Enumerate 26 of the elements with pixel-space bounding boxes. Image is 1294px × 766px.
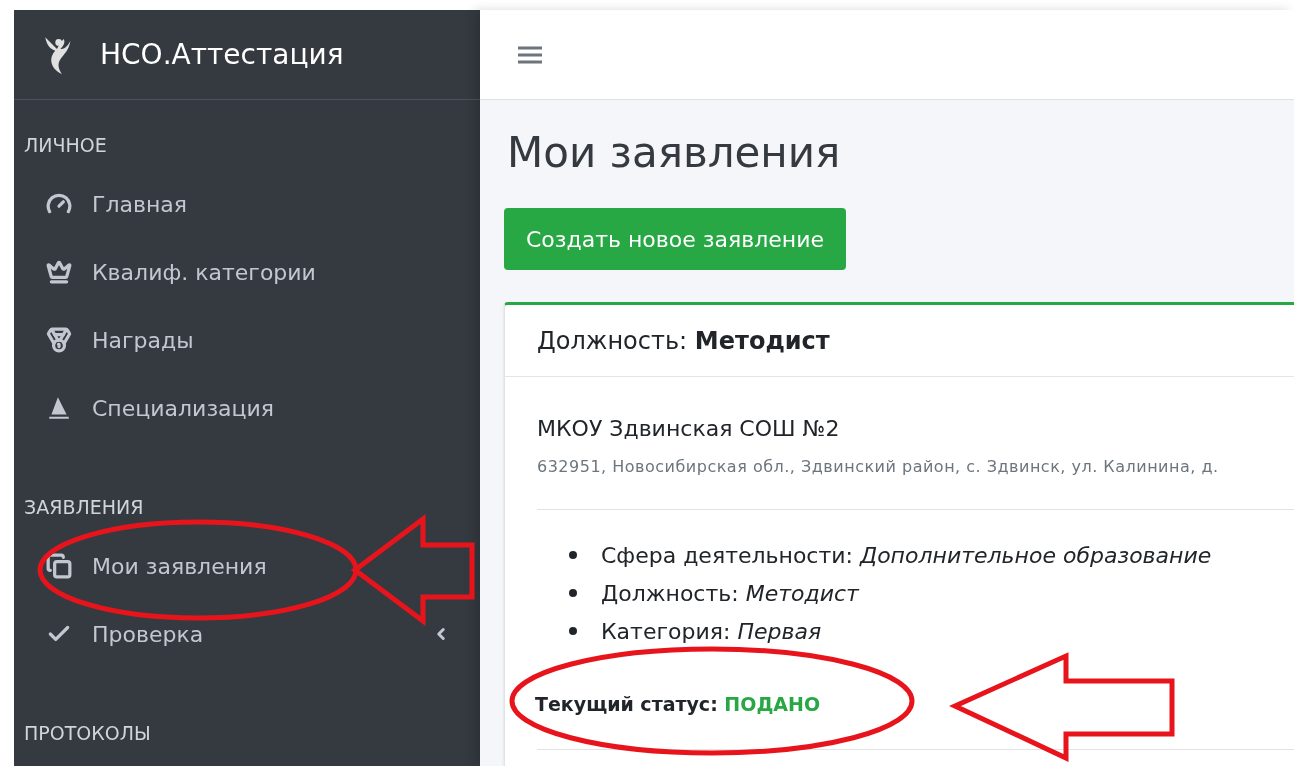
detail-text: Должность: Методист <box>601 579 859 608</box>
sidebar-section-title: ЗАЯВЛЕНИЯ <box>23 495 145 520</box>
organization-name: МКОУ Здвинская СОШ №2 <box>537 415 841 443</box>
sidebar-item[interactable]: Квалиф. категории <box>14 238 480 306</box>
bullet-icon <box>569 589 577 597</box>
sidebar-item[interactable]: Награды <box>14 306 480 374</box>
sidebar-section-title: ЛИЧНОЕ <box>23 133 108 158</box>
bullet-icon <box>569 627 577 635</box>
menu-icon[interactable] <box>518 44 542 65</box>
sidebar-item[interactable]: Проверка <box>14 600 480 668</box>
organization-address: 632951, Новосибирская обл., Здвинский район, с. Здвинск, ул. Калинина, д. <box>537 456 1220 478</box>
sidebar-item[interactable]: Мои заявления <box>14 532 480 600</box>
crown-icon <box>46 259 72 285</box>
card-header-title: Должность: Методист <box>537 325 830 357</box>
detail-text: Категория: Первая <box>601 617 822 646</box>
sidebar-item[interactable]: Специализация <box>14 374 480 442</box>
brand-title[interactable]: НСО.Аттестация <box>100 33 344 76</box>
sidebar-item[interactable]: Главная <box>14 170 480 238</box>
status-text: Текущий статус: ПОДАНО <box>535 692 822 717</box>
bullet-icon <box>569 551 577 559</box>
triangle-icon <box>46 395 72 421</box>
detail-text: Сфера деятельности: Дополнительное образование <box>601 541 1212 570</box>
page-title: Мои заявления <box>507 132 842 174</box>
copy-icon <box>46 553 72 579</box>
sidebar-section-title: ПРОТОКОЛЫ <box>23 721 152 746</box>
medal-icon <box>46 327 72 353</box>
